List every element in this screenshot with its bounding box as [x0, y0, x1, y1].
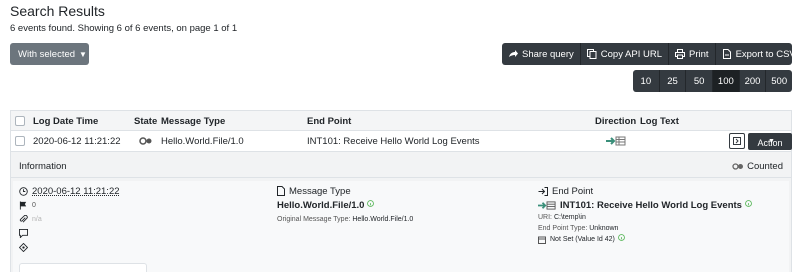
- calendar-icon: [538, 236, 546, 244]
- column-state[interactable]: State: [134, 116, 157, 127]
- page-size-selector: 10 25 50 100 200 500: [633, 70, 792, 92]
- end-point-header: End Point: [552, 185, 594, 197]
- original-message-type-value: Hello.World.File/1.0: [352, 215, 414, 223]
- end-point-column: End Point INT101: Receive Hello World Lo…: [538, 184, 756, 245]
- page-size-option[interactable]: 10: [633, 70, 660, 92]
- share-query-button[interactable]: Share query: [502, 43, 581, 65]
- information-label: Information: [19, 161, 67, 172]
- copy-icon: [586, 49, 597, 59]
- square-icon: [733, 137, 741, 145]
- uri-label: URI:: [538, 214, 552, 221]
- detail-tab[interactable]: [19, 263, 147, 272]
- diamond-target-icon: [19, 242, 28, 252]
- attachment-value: n/a: [32, 215, 42, 223]
- message-type-name: Hello.World.File/1.0: [277, 199, 365, 211]
- flag-value: 0: [32, 201, 36, 209]
- page-title: Search Results: [10, 3, 105, 19]
- end-point-type-value: Unknown: [589, 225, 619, 232]
- row-message-type: Hello.World.File/1.0: [161, 136, 244, 147]
- flag-icon: [19, 200, 27, 210]
- message-type-header: Message Type: [289, 185, 351, 197]
- row-detail-panel: Information Counted 2020-06-12 11:21:22 …: [11, 152, 791, 272]
- event-meta-column: 2020-06-12 11:21:22 0 n/a: [19, 184, 120, 254]
- print-label: Print: [689, 48, 709, 60]
- column-message-type[interactable]: Message Type: [161, 116, 225, 127]
- counted-indicator: Counted: [732, 161, 783, 172]
- direction-in-icon: [538, 200, 556, 210]
- column-log-text[interactable]: Log Text: [640, 116, 679, 127]
- info-icon: [367, 199, 375, 207]
- original-message-type-label: Original Message Type:: [277, 215, 351, 223]
- direction-in-icon: [606, 136, 626, 146]
- column-log-date-time[interactable]: Log Date Time: [33, 116, 98, 127]
- message-type-column: Message Type Hello.World.File/1.0 Origin…: [277, 184, 413, 226]
- share-icon: [509, 50, 518, 57]
- table-row[interactable]: 2020-06-12 11:21:22 Hello.World.File/1.0…: [11, 131, 792, 152]
- clock-icon: [19, 186, 28, 196]
- info-icon: [617, 234, 625, 241]
- end-point-name: INT101: Receive Hello World Log Events: [560, 199, 742, 211]
- page-size-option[interactable]: 25: [660, 70, 687, 92]
- info-icon: [745, 199, 752, 207]
- with-selected-dropdown[interactable]: With selected ▼: [10, 43, 89, 65]
- select-all-checkbox[interactable]: [15, 116, 25, 126]
- row-end-point: INT101: Receive Hello World Log Events: [307, 136, 480, 147]
- row-log-date-time: 2020-06-12 11:21:22: [33, 136, 121, 147]
- event-date-time[interactable]: 2020-06-12 11:21:22: [32, 186, 120, 197]
- with-selected-label: With selected: [18, 48, 76, 60]
- row-action-dropdown[interactable]: Action ▼: [748, 133, 792, 150]
- file-icon: [277, 186, 285, 196]
- status-value: Not Set (Value Id 42): [550, 236, 615, 243]
- paperclip-icon: [19, 214, 28, 223]
- chevron-down-icon: ▼: [79, 49, 87, 59]
- information-bar: Information Counted: [11, 152, 791, 178]
- copy-api-url-label: Copy API URL: [600, 48, 663, 60]
- row-expand-button[interactable]: [729, 133, 745, 149]
- page-size-option-active[interactable]: 100: [713, 70, 740, 92]
- file-export-icon: [722, 49, 731, 59]
- end-point-type-label: End Point Type:: [538, 225, 588, 232]
- counted-label: Counted: [747, 161, 783, 172]
- page-size-option[interactable]: 50: [686, 70, 714, 92]
- comment-icon: [19, 228, 28, 238]
- uri-value: C:\temp\in: [553, 214, 586, 221]
- copy-api-url-button[interactable]: Copy API URL: [581, 43, 670, 65]
- column-end-point[interactable]: End Point: [307, 116, 351, 127]
- chevron-down-icon: ▼: [768, 138, 775, 145]
- print-button[interactable]: Print: [669, 43, 716, 65]
- table-header: Log Date Time State Message Type End Poi…: [11, 111, 791, 131]
- results-toolbar: Share query Copy API URL Print Export to…: [502, 43, 792, 65]
- page-size-option[interactable]: 500: [766, 70, 792, 92]
- row-checkbox[interactable]: [15, 136, 25, 146]
- page-size-option[interactable]: 200: [740, 70, 767, 92]
- results-table: Log Date Time State Message Type End Poi…: [10, 110, 792, 272]
- share-query-label: Share query: [522, 48, 574, 60]
- results-summary: 6 events found. Showing 6 of 6 events, o…: [10, 23, 238, 34]
- event-detail-card: 2020-06-12 11:21:22 0 n/a Message Type H…: [13, 181, 789, 272]
- export-csv-label: Export to CSV: [735, 48, 792, 60]
- export-csv-button[interactable]: Export to CSV: [716, 43, 792, 65]
- gears-icon: [732, 163, 744, 170]
- sign-in-icon: [538, 186, 548, 196]
- gears-icon: [139, 137, 152, 145]
- print-icon: [675, 49, 686, 59]
- column-direction[interactable]: Direction: [595, 116, 636, 127]
